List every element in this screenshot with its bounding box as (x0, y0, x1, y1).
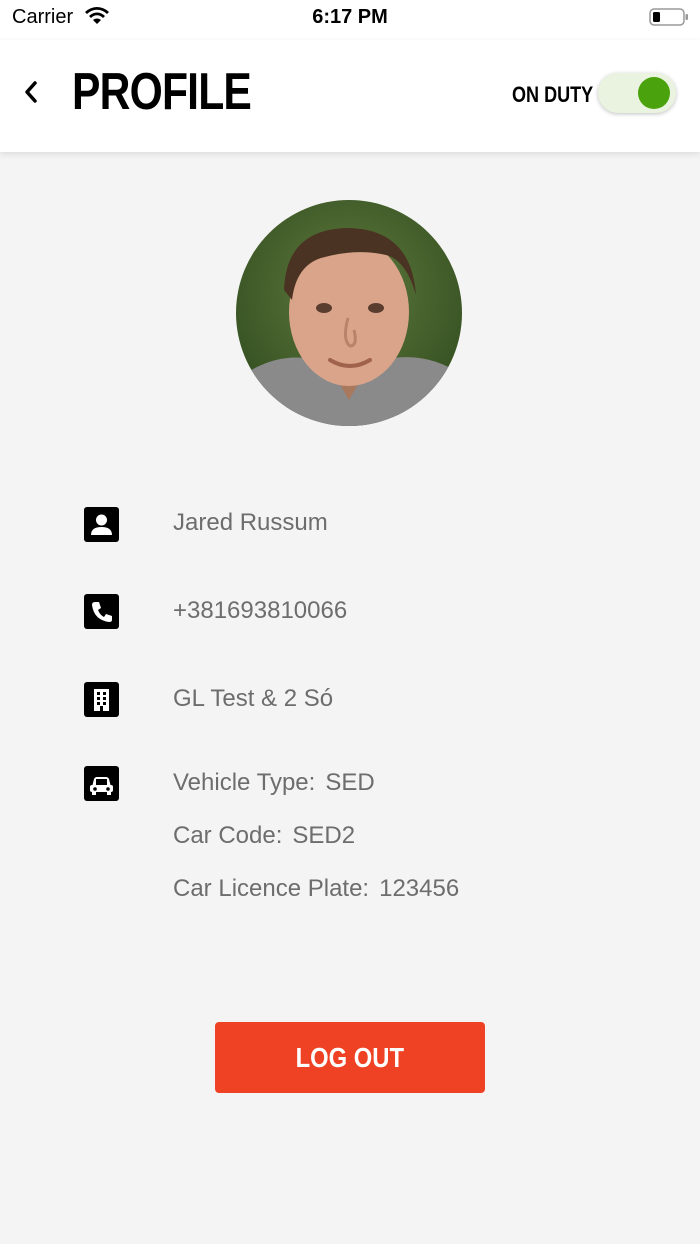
status-bar: Carrier 6:17 PM (0, 0, 700, 40)
vehicle-type: Vehicle Type: SED (173, 769, 375, 797)
page-title: PROFILE (72, 63, 252, 121)
licence-plate-label: Car Licence Plate: (173, 875, 370, 902)
vehicle-type-label: Vehicle Type: (173, 769, 316, 796)
logout-label: LOG OUT (295, 1041, 405, 1073)
toggle-knob (638, 77, 670, 109)
logout-button[interactable]: LOG OUT (215, 1022, 485, 1093)
duty-toggle[interactable] (598, 73, 676, 113)
car-code: Car Code: SED2 (173, 822, 355, 850)
phone-number: +381693810066 (173, 597, 348, 624)
phone-icon (84, 594, 119, 629)
chevron-left-icon (23, 80, 39, 109)
person-icon (84, 507, 119, 542)
back-button[interactable] (16, 76, 46, 112)
company-name: GL Test & 2 Só (173, 685, 334, 712)
clock: 6:17 PM (312, 6, 388, 28)
licence-plate: Car Licence Plate: 123456 (173, 875, 459, 903)
duty-label: ON DUTY (512, 82, 594, 107)
licence-plate-value: 123456 (379, 875, 460, 902)
car-code-value: SED2 (292, 822, 356, 849)
header: PROFILE ON DUTY (0, 40, 700, 152)
driver-name: Jared Russum (173, 509, 328, 536)
avatar (236, 200, 462, 426)
car-code-label: Car Code: (173, 822, 283, 849)
battery-icon (649, 8, 689, 26)
profile-screen: Carrier 6:17 PM PROFILE ON DUTY Jared Ru… (0, 0, 700, 1244)
building-icon (84, 682, 119, 717)
vehicle-type-value: SED (325, 769, 375, 796)
car-icon (84, 766, 119, 801)
